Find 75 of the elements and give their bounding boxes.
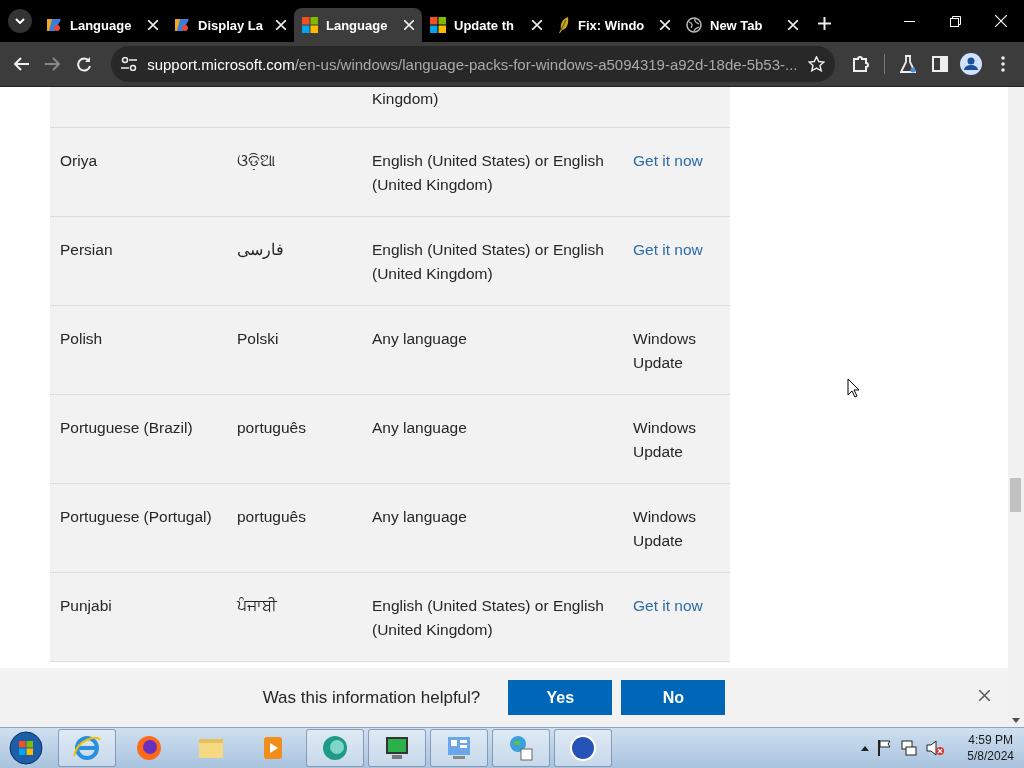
address-bar[interactable]: support.microsoft.com/en-us/windows/language-packs-for-windows-a5094319-a92d-18de-5b53-... [111,46,835,82]
get-it-now-link[interactable]: Get it now [633,241,703,258]
browser-tab[interactable]: Fix: Windo [550,8,678,42]
menu-dots-icon [1001,56,1006,72]
close-icon[interactable] [979,690,990,701]
browser-tab[interactable]: New Tab [678,8,806,42]
table-cell: Oriya [60,152,98,169]
logo-icon [46,17,62,33]
flask-icon [900,55,916,73]
url-text: support.microsoft.com/en-us/windows/language-packs-for-windows-a5094319-a92d-18de-5b53-... [147,55,798,73]
table-cell: ਪੰਜਾਬੀ [237,597,277,614]
table-cell: English (United States) or English (United Kingdom) [372,241,604,282]
table-cell: Portuguese (Brazil) [60,419,193,436]
puzzle-icon [852,55,871,73]
table-cell: ଓଡ଼ିଆ [237,152,275,169]
network-icon[interactable] [901,740,918,756]
forward-arrow-icon [44,57,61,71]
feedback-question: Was this information helpful? [262,687,481,708]
restore-icon [949,15,961,27]
start-button[interactable] [6,728,46,768]
table-cell: Windows Update [633,508,696,549]
yes-button[interactable]: Yes [508,680,613,715]
scrollbar-thumb[interactable] [1010,478,1021,512]
windows-orb-icon [9,731,43,765]
browser-tab[interactable]: Display La [166,8,294,42]
browser-tab[interactable]: Language [294,8,422,42]
bookmark-star-icon[interactable] [807,56,825,72]
table-cell-text: Kingdom) [371,89,440,109]
feather-icon [558,17,570,33]
table-cell: فارسی [237,241,284,258]
mouse-cursor-icon [847,378,860,398]
globe-icon [686,17,702,33]
table-cell: Windows Update [633,330,696,371]
table-cell: Polish [60,330,103,347]
table-cell: Portuguese (Portugal) [60,508,212,525]
date-text: 5/8/2024 [967,748,1014,764]
table-cell: Windows Update [633,419,696,460]
taskbar-button[interactable] [554,729,612,767]
table-cell: Any language [372,419,467,436]
browser-tab[interactable]: Update th [422,8,550,42]
windows-logo-icon [430,17,446,33]
show-hidden-icons-icon[interactable] [861,745,870,751]
get-it-now-link[interactable]: Get it now [633,152,703,169]
scroll-down-icon[interactable] [1012,718,1020,723]
avatar-icon [960,53,983,75]
muted-speaker-icon[interactable] [926,740,945,756]
close-icon [995,15,1007,27]
reload-icon [76,56,93,72]
get-it-now-link[interactable]: Get it now [633,597,703,614]
taskbar-button[interactable] [368,729,426,767]
minimize-icon [903,20,915,22]
browser-tab[interactable]: Language [38,8,166,42]
table-cell: Persian [60,241,113,258]
side-panel-icon [931,56,948,72]
site-settings-icon [121,57,138,71]
back-arrow-icon [12,57,29,71]
flag-icon[interactable] [878,740,893,756]
windows-logo-icon [302,17,318,33]
table-cell: English (United States) or English (United Kingdom) [372,597,604,638]
time-text: 4:59 PM [968,732,1013,748]
table-cell: Polski [237,330,279,347]
table-cell: Any language [372,508,467,525]
logo-icon [174,17,190,33]
no-button[interactable]: No [621,680,726,715]
tab-search-button[interactable] [8,9,32,33]
chevron-down-icon [15,18,25,24]
profile-button[interactable] [958,50,985,78]
plus-icon [818,17,831,30]
table-cell: português [237,419,306,436]
clock[interactable]: 4:59 PM 5/8/2024 [967,732,1014,764]
scrollbar[interactable] [1008,87,1024,727]
table-cell: português [237,508,306,525]
table-cell: Punjabi [60,597,112,614]
table-cell: Any language [372,330,467,347]
table-cell: English (United States) or English (United Kingdom) [372,152,604,193]
